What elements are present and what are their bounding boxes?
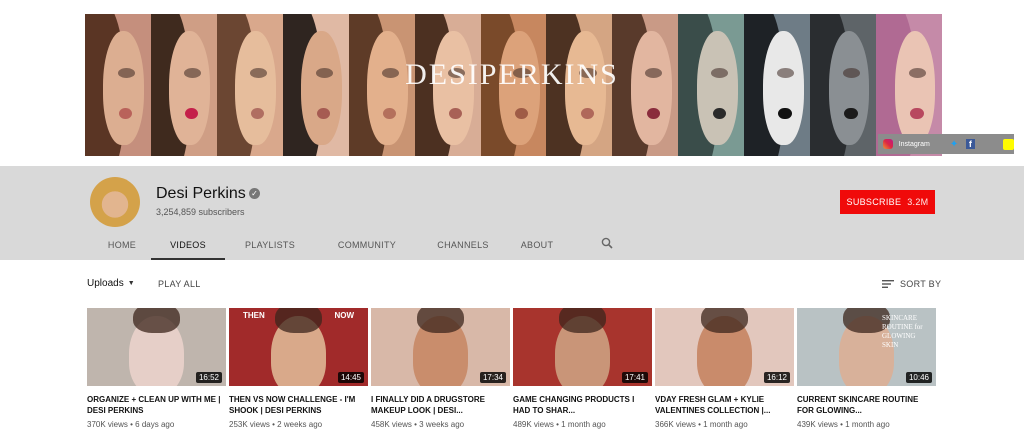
banner-photo-4 [282,14,349,156]
subscribe-button[interactable]: SUBSCRIBE 3.2M [840,190,935,214]
video-duration: 17:41 [621,372,648,383]
video-views: 489K views [513,420,554,429]
tab-about[interactable]: ABOUT [507,232,567,260]
video-thumbnail[interactable]: SKINCARE ROUTINE for GLOWING SKIN 10:46 [797,308,936,386]
facebook-icon[interactable]: f [965,139,976,149]
banner-photo-10 [678,14,745,156]
banner-photo-2 [150,14,217,156]
video-card[interactable]: 17:34 I FINALLY DID A DRUGSTORE MAKEUP LO… [371,308,510,429]
video-duration: 17:34 [479,372,506,383]
thumbnail-text: NOW [334,311,354,320]
channel-header: Desi Perkins ✓ 3,254,859 subscribers SUB… [0,166,1024,260]
play-all-link[interactable]: PLAY ALL [158,279,201,289]
banner-photo-5 [348,14,415,156]
video-duration: 14:45 [337,372,364,383]
tab-community[interactable]: COMMUNITY [315,232,419,260]
subscriber-count: 3,254,859 subscribers [156,207,245,217]
video-age: 6 days ago [135,420,175,429]
video-age: 2 weeks ago [277,420,323,429]
video-card[interactable]: SKINCARE ROUTINE for GLOWING SKIN 10:46 CU… [797,308,936,429]
video-thumbnail[interactable]: 16:12 [655,308,794,386]
video-meta: 370K views • 6 days ago [87,420,226,429]
video-age: 1 month ago [561,420,606,429]
video-title[interactable]: CURRENT SKINCARE ROUTINE FOR GLOWING... [797,394,936,416]
video-meta: 489K views • 1 month ago [513,420,652,429]
tab-videos[interactable]: VIDEOS [151,232,225,260]
tab-channels[interactable]: CHANNELS [419,232,507,260]
video-title[interactable]: GAME CHANGING PRODUCTS I HAD TO SHAR... [513,394,652,416]
video-age: 1 month ago [703,420,748,429]
video-meta: 439K views • 1 month ago [797,420,936,429]
banner-photo-9 [612,14,679,156]
video-meta: 458K views • 3 weeks ago [371,420,510,429]
video-title[interactable]: ORGANIZE + CLEAN UP WITH ME | DESI PERKI… [87,394,226,416]
video-thumbnail[interactable]: THEN NOW 14:45 [229,308,368,386]
banner-photo-7 [480,14,547,156]
video-title[interactable]: VDAY FRESH GLAM + KYLIE VALENTINES COLLE… [655,394,794,416]
video-title[interactable]: I FINALLY DID A DRUGSTORE MAKEUP LOOK | … [371,394,510,416]
video-views: 366K views [655,420,696,429]
channel-name: Desi Perkins [156,185,246,202]
video-views: 458K views [371,420,412,429]
search-icon[interactable] [601,237,613,249]
video-duration: 16:12 [763,372,790,383]
video-thumbnail[interactable]: 16:52 [87,308,226,386]
banner-photo-1 [85,14,151,156]
sort-by-label: SORT BY [900,279,942,289]
instagram-icon[interactable] [883,139,893,149]
video-title[interactable]: THEN VS NOW CHALLENGE - I'M SHOOK | DESI… [229,394,368,416]
sort-by-button[interactable]: SORT BY [882,279,941,289]
snapchat-icon[interactable] [1003,138,1014,150]
video-views: 439K views [797,420,838,429]
thumbnail-text: THEN [243,311,265,320]
video-views: 370K views [87,420,128,429]
caret-down-icon: ▼ [127,280,135,287]
subscribe-count: 3.2M [907,197,929,207]
video-thumbnail[interactable]: 17:41 [513,308,652,386]
video-meta: 253K views • 2 weeks ago [229,420,368,429]
subscribe-label: SUBSCRIBE [846,197,902,207]
banner-photo-12 [810,14,877,156]
video-age: 3 weeks ago [419,420,465,429]
banner-photo-11 [744,14,811,156]
banner-photo-3 [216,14,283,156]
video-meta: 366K views • 1 month ago [655,420,794,429]
video-age: 1 month ago [845,420,890,429]
uploads-dropdown[interactable]: Uploads ▼ [87,278,135,289]
video-views: 253K views [229,420,270,429]
verified-check-icon: ✓ [249,188,260,199]
tab-playlists[interactable]: PLAYLISTS [225,232,315,260]
video-card[interactable]: 16:12 VDAY FRESH GLAM + KYLIE VALENTINES … [655,308,794,429]
sort-icon [882,280,894,288]
video-card[interactable]: 16:52 ORGANIZE + CLEAN UP WITH ME | DESI … [87,308,226,429]
instagram-link[interactable]: Instagram [899,141,930,148]
video-card[interactable]: 17:41 GAME CHANGING PRODUCTS I HAD TO SHA… [513,308,652,429]
channel-banner [85,14,942,156]
banner-photo-8 [546,14,613,156]
video-duration: 10:46 [905,372,932,383]
avatar[interactable] [90,177,140,227]
video-thumbnail[interactable]: 17:34 [371,308,510,386]
uploads-label: Uploads [87,278,124,289]
twitter-icon[interactable]: ✦ [950,139,960,149]
banner-photo-6 [414,14,481,156]
channel-tabs: HOME VIDEOS PLAYLISTS COMMUNITY CHANNELS ABOU… [93,232,567,260]
thumbnail-text: SKINCARE ROUTINE for GLOWING SKIN [882,314,923,349]
video-duration: 16:52 [195,372,222,383]
video-card[interactable]: THEN NOW 14:45 THEN VS NOW CHALLENGE - I'M … [229,308,368,429]
social-links-bar: Instagram ✦ f [878,134,1014,154]
tab-home[interactable]: HOME [93,232,151,260]
